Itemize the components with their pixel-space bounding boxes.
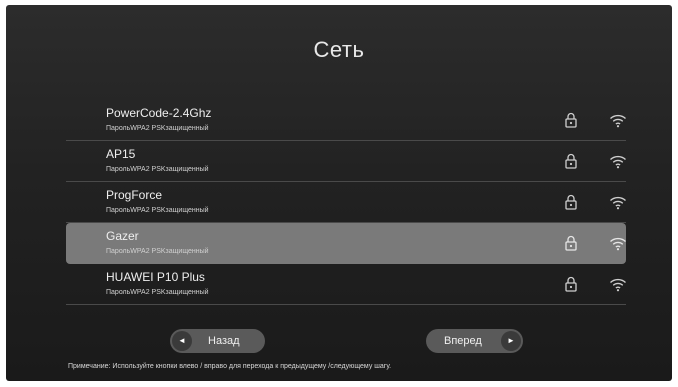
network-security: ПарольWPA2 PSKзащищенный [106, 166, 209, 173]
network-ssid: HUAWEI P10 Plus [106, 270, 205, 284]
lock-icon [565, 112, 577, 128]
network-ssid: PowerCode-2.4Ghz [106, 106, 212, 120]
back-button[interactable]: ◄ Назад [170, 329, 265, 353]
network-row-4[interactable]: HUAWEI P10 Plus ПарольWPA2 PSKзащищенный [66, 264, 626, 305]
network-ssid: AP15 [106, 147, 136, 161]
network-row-2[interactable]: ProgForce ПарольWPA2 PSKзащищенный [66, 182, 626, 223]
network-row-3[interactable]: Gazer ПарольWPA2 PSKзащищенный [66, 223, 626, 264]
back-button-label: Назад [208, 335, 240, 347]
network-ssid: ProgForce [106, 188, 163, 202]
network-security: ПарольWPA2 PSKзащищенный [106, 125, 209, 132]
wifi-icon [610, 196, 626, 210]
network-row-1[interactable]: AP15 ПарольWPA2 PSKзащищенный [66, 141, 626, 182]
network-ssid: Gazer [106, 229, 139, 243]
lock-icon [565, 276, 577, 292]
network-security: ПарольWPA2 PSKзащищенный [106, 289, 209, 296]
wifi-icon [610, 155, 626, 169]
wifi-icon [610, 278, 626, 292]
arrow-left-icon: ◄ [172, 331, 192, 351]
wifi-icon [610, 237, 626, 251]
next-button[interactable]: Вперед ► [426, 329, 523, 353]
network-row-0[interactable]: PowerCode-2.4Ghz ПарольWPA2 PSKзащищенны… [66, 100, 626, 141]
lock-icon [565, 153, 577, 169]
page-title: Сеть [313, 37, 365, 62]
arrow-right-icon: ► [501, 331, 521, 351]
network-list: PowerCode-2.4Ghz ПарольWPA2 PSKзащищенны… [66, 100, 626, 305]
network-security: ПарольWPA2 PSKзащищенный [106, 207, 209, 214]
wifi-icon [610, 114, 626, 128]
setup-screen: Сеть PowerCode-2.4Ghz ПарольWPA2 PSKзащи… [6, 5, 672, 381]
next-button-label: Вперед [444, 335, 482, 347]
network-security: ПарольWPA2 PSKзащищенный [106, 248, 209, 255]
hint-note: Примечание: Используйте кнопки влево / в… [68, 363, 392, 370]
lock-icon [565, 194, 577, 210]
lock-icon [565, 235, 577, 251]
